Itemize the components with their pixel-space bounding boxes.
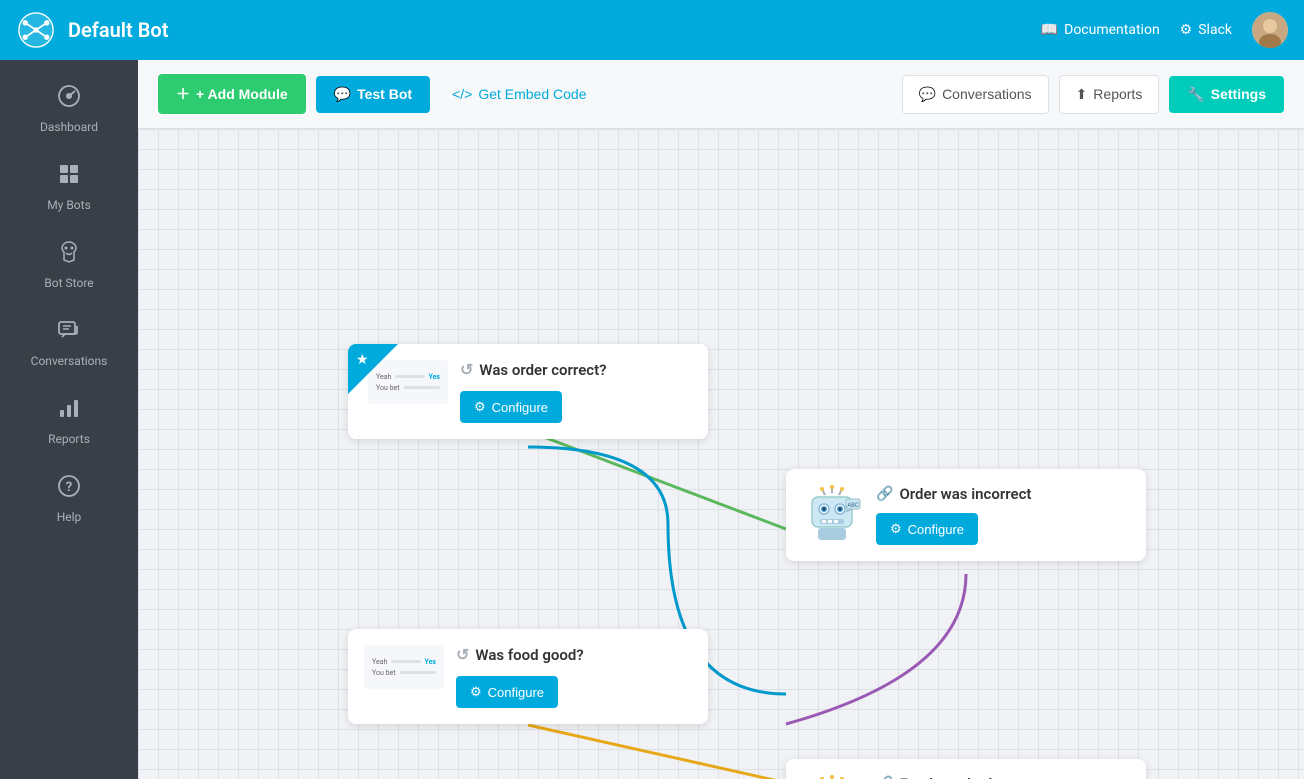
conversations-btn-icon: 💬: [919, 86, 936, 103]
documentation-icon: 📖: [1041, 22, 1058, 38]
add-module-button[interactable]: ＋ + Add Module: [158, 74, 306, 114]
help-icon: ?: [57, 474, 81, 504]
conversations-icon: [57, 318, 81, 348]
sidebar-item-dashboard[interactable]: Dashboard: [0, 70, 138, 148]
settings-label: Settings: [1211, 86, 1266, 102]
reports-label: Reports: [1093, 86, 1142, 102]
configure-gear-icon3: ⚙: [470, 684, 482, 700]
connections-svg: [138, 129, 1304, 779]
module-card-title-food: ↺ Was food good?: [456, 645, 584, 664]
robot-icon-incorrect: ABC: [802, 485, 862, 545]
sidebar-item-label: My Bots: [47, 198, 91, 212]
embed-code-label: Get Embed Code: [478, 86, 586, 102]
toolbar: ＋ + Add Module 💬 Test Bot </> Get Embed …: [138, 60, 1304, 129]
sidebar-item-my-bots[interactable]: My Bots: [0, 148, 138, 226]
sidebar: Dashboard My Bots Bot Store: [0, 60, 138, 779]
module-card-title: ↺ Was order correct?: [460, 360, 607, 379]
slack-icon: ⚙: [1180, 22, 1193, 38]
robot-card-order-incorrect: ABC 🔗 Order was incorrect ⚙ Configure: [786, 469, 1146, 561]
sidebar-item-bot-store[interactable]: Bot Store: [0, 226, 138, 304]
configure-button-order-incorrect[interactable]: ⚙ Configure: [876, 513, 978, 545]
my-bots-icon: [57, 162, 81, 192]
robot-card-title: 🔗 Order was incorrect: [876, 485, 1031, 503]
slack-label: Slack: [1198, 22, 1232, 38]
sidebar-item-label: Help: [57, 510, 82, 524]
main-content: ＋ + Add Module 💬 Test Bot </> Get Embed …: [138, 60, 1304, 779]
top-nav: Default Bot 📖 Documentation ⚙ Slack: [0, 0, 1304, 60]
documentation-label: Documentation: [1064, 22, 1160, 38]
logo[interactable]: [16, 10, 56, 50]
svg-text:ABC: ABC: [847, 502, 859, 509]
configure-gear-icon2: ⚙: [890, 521, 902, 537]
add-icon: ＋: [176, 84, 190, 104]
sidebar-item-help[interactable]: ? Help: [0, 460, 138, 538]
sidebar-item-reports[interactable]: Reports: [0, 382, 138, 460]
code-icon: </>: [452, 86, 472, 102]
user-avatar[interactable]: [1252, 12, 1288, 48]
test-bot-label: Test Bot: [357, 86, 412, 102]
sidebar-item-label: Reports: [48, 432, 90, 446]
question-icon2: ↺: [456, 645, 469, 664]
configure-gear-icon: ⚙: [474, 399, 486, 415]
robot-card-title-food: 🔗 Food was bad: [876, 775, 992, 779]
top-nav-actions: 📖 Documentation ⚙ Slack: [1041, 12, 1288, 48]
reports-btn-icon: ⬆: [1076, 86, 1088, 103]
robot-card-food-bad: ABC 🔗 Food was bad ⚙ Configure: [786, 759, 1146, 779]
settings-button[interactable]: 🔧 Settings: [1169, 76, 1284, 113]
bot-store-icon: [57, 240, 81, 270]
canvas[interactable]: ★ Yeah Yes You bet: [138, 129, 1304, 779]
test-bot-button[interactable]: 💬 Test Bot: [316, 76, 430, 113]
robot-icon-food-bad: ABC: [802, 775, 862, 779]
sidebar-item-label: Bot Store: [44, 276, 93, 290]
chat-icon: 💬: [334, 86, 351, 103]
sidebar-item-conversations[interactable]: Conversations: [0, 304, 138, 382]
module-preview-food: Yeah Yes You bet: [364, 645, 444, 689]
reports-button[interactable]: ⬆ Reports: [1059, 75, 1160, 114]
question-icon: ↺: [460, 360, 473, 379]
page-title: Default Bot: [68, 18, 1029, 42]
sidebar-item-label: Dashboard: [40, 120, 98, 134]
configure-button-order-correct[interactable]: ⚙ Configure: [460, 391, 562, 423]
module-card-order-correct: ★ Yeah Yes You bet: [348, 344, 708, 439]
settings-icon: 🔧: [1187, 86, 1204, 103]
reports-icon: [57, 396, 81, 426]
add-module-label: + Add Module: [196, 86, 288, 102]
conversations-button[interactable]: 💬 Conversations: [902, 75, 1049, 114]
embed-code-button[interactable]: </> Get Embed Code: [440, 76, 598, 112]
svg-text:?: ?: [66, 480, 72, 495]
configure-button-food-good[interactable]: ⚙ Configure: [456, 676, 558, 708]
link-icon: 🔗: [876, 486, 893, 502]
robot-body: 🔗 Order was incorrect ⚙ Configure: [876, 485, 1031, 545]
star-icon: ★: [356, 352, 369, 368]
conversations-label: Conversations: [942, 86, 1032, 102]
robot-body-food: 🔗 Food was bad ⚙ Configure: [876, 775, 992, 779]
slack-link[interactable]: ⚙ Slack: [1180, 22, 1232, 38]
module-card-food-good: Yeah Yes You bet ↺: [348, 629, 708, 724]
documentation-link[interactable]: 📖 Documentation: [1041, 22, 1160, 38]
canvas-inner: ★ Yeah Yes You bet: [138, 129, 1304, 779]
sidebar-item-label: Conversations: [31, 354, 108, 368]
dashboard-icon: [57, 84, 81, 114]
